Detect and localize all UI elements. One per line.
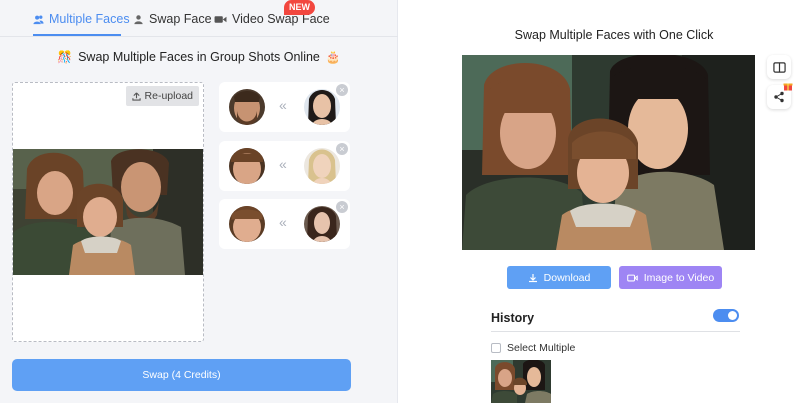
cake-icon: 🎂	[325, 50, 341, 64]
history-thumbnail[interactable]	[491, 360, 551, 403]
upload-area[interactable]: Re-upload	[12, 82, 204, 342]
tab-multiple-faces[interactable]: Multiple Faces	[33, 12, 130, 26]
video-camera-icon	[214, 15, 227, 23]
target-face-avatar[interactable]	[304, 206, 340, 242]
tab-label: Swap Face	[149, 12, 212, 26]
split-view-icon	[772, 61, 786, 73]
download-icon	[528, 273, 537, 282]
remove-pair-icon[interactable]: ×	[336, 84, 348, 96]
select-multiple-label: Select Multiple	[507, 342, 576, 354]
select-multiple-checkbox[interactable]	[491, 343, 501, 353]
compare-button[interactable]	[767, 55, 791, 79]
users-icon	[33, 15, 44, 24]
download-label: Download	[543, 271, 591, 284]
swap-arrow-icon: «	[279, 97, 287, 113]
remove-pair-icon[interactable]: ×	[336, 201, 348, 213]
new-badge: NEW	[284, 0, 315, 15]
history-toggle[interactable]	[713, 309, 739, 322]
source-face-avatar[interactable]	[229, 148, 265, 184]
reupload-button[interactable]: Re-upload	[125, 86, 199, 106]
image-to-video-label: Image to Video	[643, 271, 715, 284]
page-title: 🎊 Swap Multiple Faces in Group Shots Onl…	[0, 50, 398, 64]
face-pair-card: « ×	[219, 141, 350, 191]
upload-icon	[131, 92, 141, 101]
group-photo-image	[13, 149, 203, 275]
swap-arrow-icon: «	[279, 156, 287, 172]
tab-label: Multiple Faces	[49, 12, 130, 26]
swap-arrow-icon: «	[279, 214, 287, 230]
tab-video-swap-face[interactable]: Video Swap Face	[214, 12, 330, 26]
source-face-avatar[interactable]	[229, 206, 265, 242]
remove-pair-icon[interactable]: ×	[336, 143, 348, 155]
result-image	[462, 55, 755, 250]
target-face-avatar[interactable]	[304, 148, 340, 184]
tab-bar: Multiple Faces Swap Face Video Swap Face…	[0, 0, 398, 37]
history-heading: History	[491, 311, 535, 325]
left-panel: Multiple Faces Swap Face Video Swap Face…	[0, 0, 398, 403]
tab-swap-face[interactable]: Swap Face	[133, 12, 212, 26]
user-icon	[134, 14, 143, 24]
tab-label: Video Swap Face	[232, 12, 330, 26]
active-tab-indicator	[33, 34, 121, 36]
image-to-video-button[interactable]: Image to Video	[619, 266, 722, 289]
reupload-label: Re-upload	[144, 90, 193, 102]
source-face-avatar[interactable]	[229, 89, 265, 125]
download-button[interactable]: Download	[507, 266, 611, 289]
target-face-avatar[interactable]	[304, 89, 340, 125]
page-title-text: Swap Multiple Faces in Group Shots Onlin…	[78, 50, 320, 64]
face-pair-card: « ×	[219, 199, 350, 249]
swap-button[interactable]: Swap (4 Credits)	[12, 359, 351, 391]
party-icon: 🎊	[57, 50, 73, 64]
result-title: Swap Multiple Faces with One Click	[514, 28, 714, 42]
face-pair-card: « ×	[219, 82, 350, 132]
video-camera-icon	[626, 274, 638, 281]
history-divider	[491, 331, 740, 332]
gift-icon[interactable]	[783, 81, 793, 93]
